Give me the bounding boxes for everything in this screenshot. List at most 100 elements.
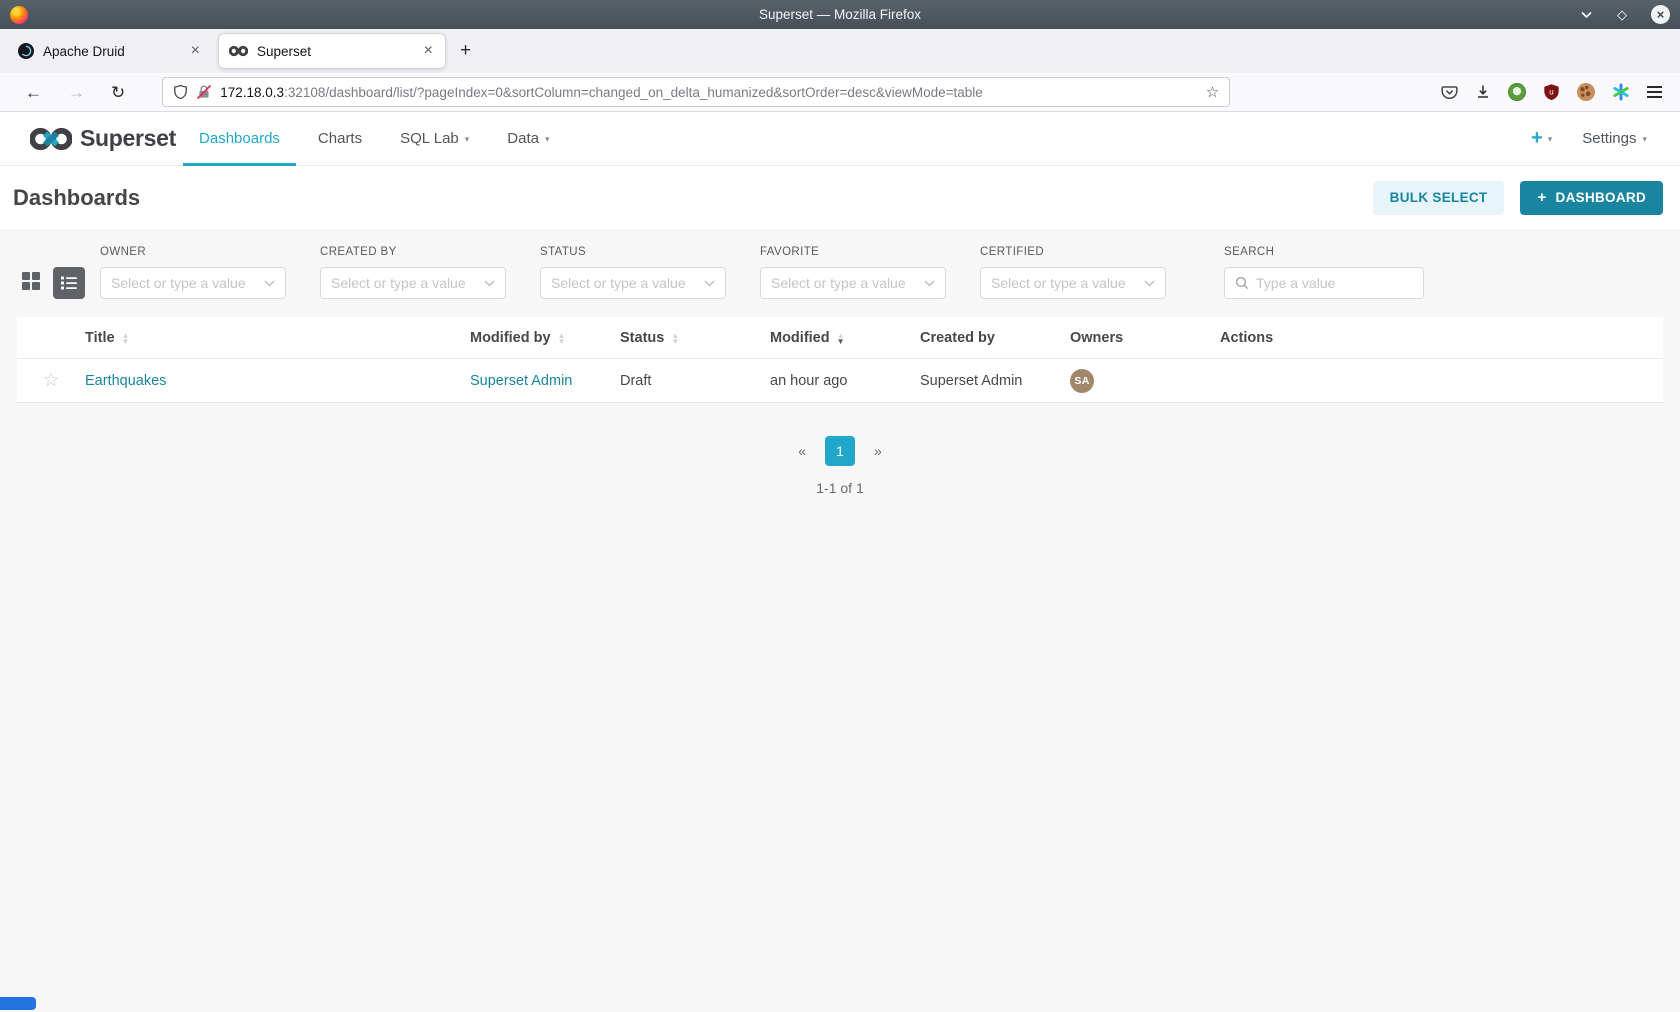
nav-item-sql-lab[interactable]: SQL Lab ▾ xyxy=(381,112,488,166)
window-maximize-button[interactable]: ◇ xyxy=(1617,8,1627,21)
favorite-select[interactable]: Select or type a value xyxy=(760,267,946,299)
nav-item-data[interactable]: Data ▾ xyxy=(488,112,568,166)
filter-favorite: FAVORITE Select or type a value xyxy=(760,246,946,299)
pagination: « 1 » xyxy=(0,436,1680,466)
tab-apache-druid[interactable]: Apache Druid × xyxy=(8,33,212,69)
sort-icon: ▲ ▼ xyxy=(557,330,566,346)
column-header-modified[interactable]: Modified ▲ ▼ xyxy=(770,330,920,346)
card-view-toggle[interactable] xyxy=(20,270,42,292)
reload-icon[interactable]: ↻ xyxy=(98,84,138,101)
chevron-down-icon xyxy=(484,279,495,287)
previous-page-button[interactable]: « xyxy=(792,439,812,463)
druid-favicon-icon xyxy=(18,43,34,59)
search-icon xyxy=(1235,276,1249,290)
column-header-title[interactable]: Title ▲ ▼ xyxy=(85,330,470,346)
extension-green-icon[interactable] xyxy=(1508,83,1526,101)
certified-select[interactable]: Select or type a value xyxy=(980,267,1166,299)
browser-tab-bar: Apache Druid × Superset × + xyxy=(0,29,1680,73)
filter-label: OWNER xyxy=(100,246,147,258)
chevron-down-icon: ▾ xyxy=(1642,134,1647,144)
status-select[interactable]: Select or type a value xyxy=(540,267,726,299)
filter-certified: CERTIFIED Select or type a value xyxy=(980,246,1166,299)
modified-by-link[interactable]: Superset Admin xyxy=(470,373,620,389)
bulk-select-button[interactable]: BULK SELECT xyxy=(1372,180,1505,215)
column-header-modified-by[interactable]: Modified by ▲ ▼ xyxy=(470,330,620,346)
cookie-extension-icon[interactable] xyxy=(1577,83,1595,101)
tab-close-icon[interactable]: × xyxy=(189,42,202,60)
chevron-down-icon xyxy=(704,279,715,287)
superset-brand[interactable]: Superset xyxy=(30,125,176,152)
tab-superset[interactable]: Superset × xyxy=(218,33,446,69)
tab-title: Apache Druid xyxy=(43,43,125,59)
insecure-lock-icon[interactable] xyxy=(196,84,212,100)
url-host: 172.18.0.3 xyxy=(220,84,285,100)
back-icon[interactable]: ← xyxy=(12,84,55,101)
content-area: OWNER Select or type a value CREATED BY … xyxy=(0,229,1680,1012)
next-page-button[interactable]: » xyxy=(868,439,888,463)
filter-status: STATUS Select or type a value xyxy=(540,246,726,299)
url-text[interactable]: 172.18.0.3:32108/dashboard/list/?pageInd… xyxy=(220,85,1198,100)
window-title: Superset — Mozilla Firefox xyxy=(758,7,922,22)
menu-icon[interactable] xyxy=(1647,85,1662,99)
nav-item-dashboards[interactable]: Dashboards xyxy=(180,112,299,166)
add-new-menu[interactable]: + ▾ xyxy=(1531,127,1552,150)
sort-desc-icon: ▲ ▼ xyxy=(836,330,845,346)
settings-menu[interactable]: Settings ▾ xyxy=(1582,130,1647,147)
list-view-toggle[interactable] xyxy=(53,267,85,299)
owner-select[interactable]: Select or type a value xyxy=(100,267,286,299)
plus-icon: + xyxy=(1537,189,1547,206)
add-dashboard-button[interactable]: + DASHBOARD xyxy=(1520,180,1663,215)
page-1-button[interactable]: 1 xyxy=(825,436,855,466)
column-header-created-by: Created by xyxy=(920,329,995,346)
url-bar[interactable]: 172.18.0.3:32108/dashboard/list/?pageInd… xyxy=(162,77,1231,107)
superset-logo-icon xyxy=(30,127,72,150)
chevron-down-icon: ▾ xyxy=(544,134,550,144)
chevron-down-icon xyxy=(1144,279,1155,287)
window-close-button[interactable]: × xyxy=(1651,5,1670,24)
filter-label: FAVORITE xyxy=(760,246,820,258)
pocket-icon[interactable] xyxy=(1441,84,1458,101)
dashboard-title-link[interactable]: Earthquakes xyxy=(85,373,470,389)
window-titlebar: Superset — Mozilla Firefox ◇ × xyxy=(0,0,1680,29)
browser-toolbar: ← → ↻ 172.18.0.3:32108/dashboard/list/?p… xyxy=(0,73,1680,112)
created-by-select[interactable]: Select or type a value xyxy=(320,267,506,299)
owner-avatar[interactable]: SA xyxy=(1070,368,1094,393)
column-header-owners: Owners xyxy=(1070,329,1124,346)
table-row[interactable]: ☆ Earthquakes Superset Admin Draft an ho… xyxy=(17,359,1663,403)
status-cell: Draft xyxy=(620,372,652,389)
plus-icon: + xyxy=(1531,127,1543,149)
ublock-shield-icon[interactable]: u xyxy=(1543,83,1560,101)
url-path: :32108/dashboard/list/?pageIndex=0&sortC… xyxy=(284,84,983,100)
tab-close-icon[interactable]: × xyxy=(422,42,435,60)
new-tab-button[interactable]: + xyxy=(446,40,485,62)
filter-created-by: CREATED BY Select or type a value xyxy=(320,246,506,299)
column-header-actions: Actions xyxy=(1220,329,1274,346)
grid-icon xyxy=(22,271,40,290)
tracking-shield-icon[interactable] xyxy=(173,84,188,100)
column-header-status[interactable]: Status ▲ ▼ xyxy=(620,330,770,346)
brand-wordmark: Superset xyxy=(80,125,177,151)
search-input[interactable] xyxy=(1256,275,1413,291)
download-icon[interactable] xyxy=(1475,84,1491,100)
table-header-row: Title ▲ ▼ Modified by ▲ ▼ Status ▲ ▼ Modified ▲… xyxy=(17,317,1663,359)
owners-cell: SA xyxy=(1070,368,1220,393)
window-minimize-button[interactable] xyxy=(1580,8,1593,21)
sort-icon: ▲ ▼ xyxy=(121,330,130,346)
list-icon xyxy=(61,276,77,290)
asterisk-extension-icon[interactable] xyxy=(1612,83,1630,101)
filter-search: SEARCH xyxy=(1224,246,1424,299)
filter-label: SEARCH xyxy=(1224,246,1275,258)
sort-icon: ▲ ▼ xyxy=(671,330,680,346)
row-count-summary: 1-1 of 1 xyxy=(816,480,864,496)
favorite-star-icon[interactable]: ☆ xyxy=(17,369,85,392)
tab-title: Superset xyxy=(257,43,312,59)
filter-label: CERTIFIED xyxy=(980,246,1045,258)
superset-navbar: Superset Dashboards Charts SQL Lab ▾ Data… xyxy=(0,112,1680,166)
modified-cell: an hour ago xyxy=(770,372,848,389)
browser-status-stub xyxy=(0,997,36,1010)
forward-icon[interactable]: → xyxy=(55,84,98,101)
filter-label: STATUS xyxy=(540,246,587,258)
nav-item-charts[interactable]: Charts xyxy=(299,112,381,166)
bookmark-star-icon[interactable]: ☆ xyxy=(1206,83,1219,101)
superset-favicon-icon xyxy=(229,45,248,57)
